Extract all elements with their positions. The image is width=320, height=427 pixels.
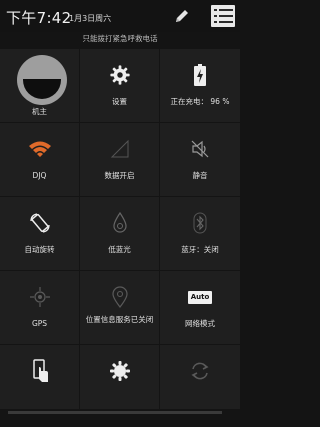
- tile-label: 数据开启: [104, 171, 135, 180]
- tile-brightness[interactable]: [80, 345, 159, 409]
- auto-rotate-icon: [0, 211, 79, 235]
- wifi-icon: [0, 137, 79, 161]
- sync-icon: [160, 359, 240, 383]
- bluetooth-icon: [160, 211, 240, 235]
- tile-label: DJQ: [32, 171, 47, 180]
- tile-mute[interactable]: 静音: [160, 123, 240, 196]
- phone-touch-icon: [0, 359, 79, 383]
- tile-bluetooth[interactable]: 蓝牙：关闭: [160, 197, 240, 270]
- tile-wifi[interactable]: DJQ: [0, 123, 79, 196]
- tile-auto-rotate[interactable]: 自动旋转: [0, 197, 79, 270]
- tile-label: 自动旋转: [24, 245, 55, 254]
- clock: 下午7:42: [6, 9, 72, 27]
- date: 1月3日周六: [69, 14, 112, 23]
- tile-low-blue-light[interactable]: 低蓝光: [80, 197, 159, 270]
- tile-sync[interactable]: [160, 345, 240, 409]
- emergency-call-notice: 只能拨打紧急呼救电话: [82, 34, 158, 43]
- battery-charging-icon: [160, 63, 240, 87]
- sound-off-icon: [160, 137, 240, 161]
- eye-drop-icon: [80, 211, 159, 235]
- mobile-signal-icon: [80, 137, 159, 161]
- tile-label: 静音: [192, 171, 208, 180]
- tile-label: 位置信息服务已关闭: [85, 315, 154, 324]
- tile-location[interactable]: 位置信息服务已关闭: [80, 271, 159, 344]
- auto-badge-icon: Auto: [160, 285, 240, 309]
- menu-list-icon[interactable]: [211, 5, 235, 27]
- tile-label: 设置: [112, 97, 127, 106]
- brightness-icon: [80, 359, 159, 383]
- tile-gps[interactable]: GPS: [0, 271, 79, 344]
- tile-phone-touch[interactable]: [0, 345, 79, 409]
- tile-network-mode[interactable]: Auto 网络模式: [160, 271, 240, 344]
- tile-mobile-data[interactable]: 数据开启: [80, 123, 159, 196]
- edit-icon[interactable]: [172, 6, 192, 26]
- gps-icon: [0, 285, 79, 309]
- scrollbar[interactable]: [8, 411, 222, 414]
- quick-settings-grid: 机主 设置 正在充电： 96 % DJQ 数据开启 静音 自动旋转 低蓝光 蓝牙…: [0, 49, 240, 409]
- tile-label: 机主: [32, 107, 47, 116]
- gear-icon: [80, 63, 159, 87]
- tile-settings[interactable]: 设置: [80, 49, 159, 122]
- tile-label: GPS: [31, 319, 48, 328]
- tile-label: 网络模式: [185, 319, 215, 328]
- status-bar: 下午7:42 1月3日周六: [0, 0, 240, 32]
- tile-battery[interactable]: 正在充电： 96 %: [160, 49, 240, 122]
- avatar-icon: [17, 55, 67, 105]
- tile-label: 蓝牙：关闭: [181, 245, 219, 254]
- tile-owner[interactable]: 机主: [0, 49, 79, 122]
- tile-label: 低蓝光: [108, 245, 131, 254]
- location-pin-icon: [80, 285, 159, 309]
- tile-label: 正在充电： 96 %: [170, 97, 230, 106]
